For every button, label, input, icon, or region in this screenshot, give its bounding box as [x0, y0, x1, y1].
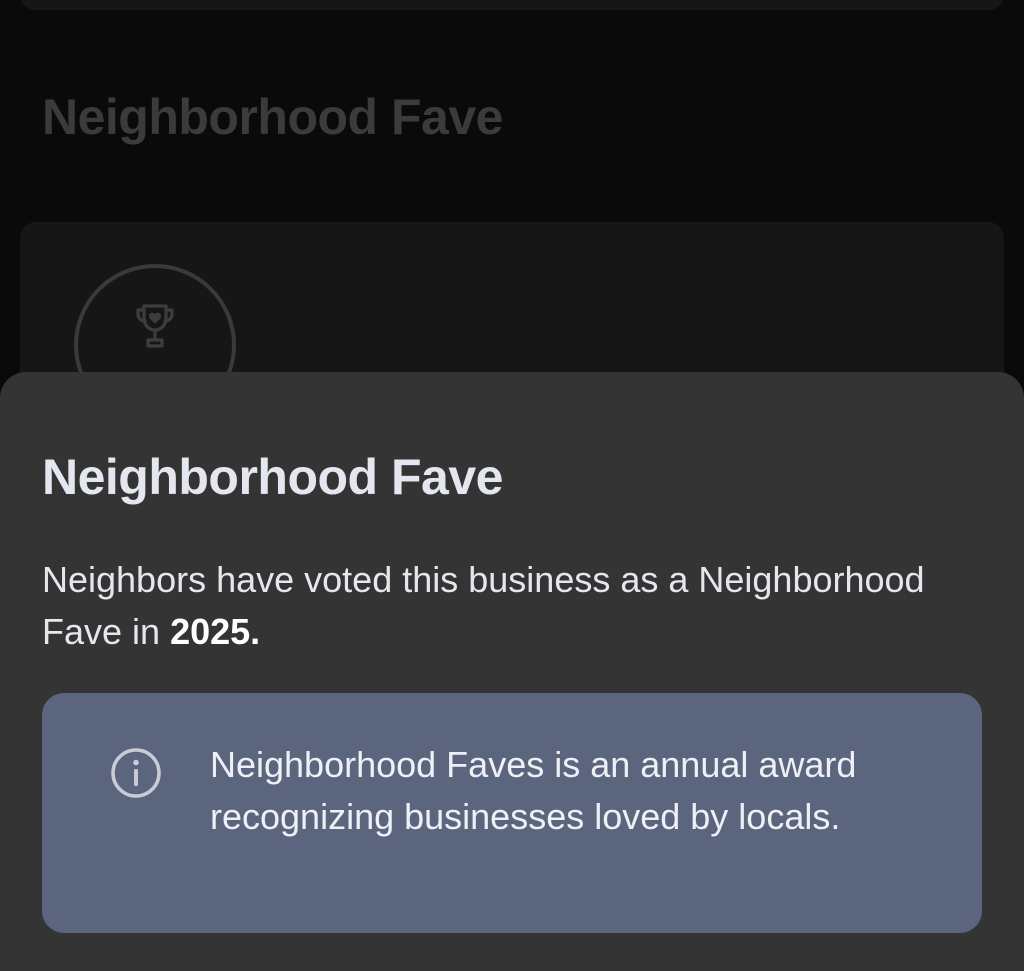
page: Neighborhood Fave Neighborhood Fave Neig…	[0, 0, 1024, 971]
trophy-heart-icon	[136, 304, 174, 348]
background-heading: Neighborhood Fave	[42, 89, 503, 145]
sheet-title: Neighborhood Fave	[42, 449, 503, 505]
info-icon	[111, 748, 161, 798]
award-year: 2025.	[170, 611, 261, 652]
background-top-card	[20, 0, 1004, 10]
bottom-sheet: Neighborhood Fave Neighbors have voted t…	[0, 372, 1024, 971]
info-text: Neighborhood Faves is an annual award re…	[210, 744, 857, 837]
info-callout: Neighborhood Faves is an annual award re…	[42, 693, 982, 933]
sheet-description: Neighbors have voted this business as a …	[42, 554, 942, 658]
